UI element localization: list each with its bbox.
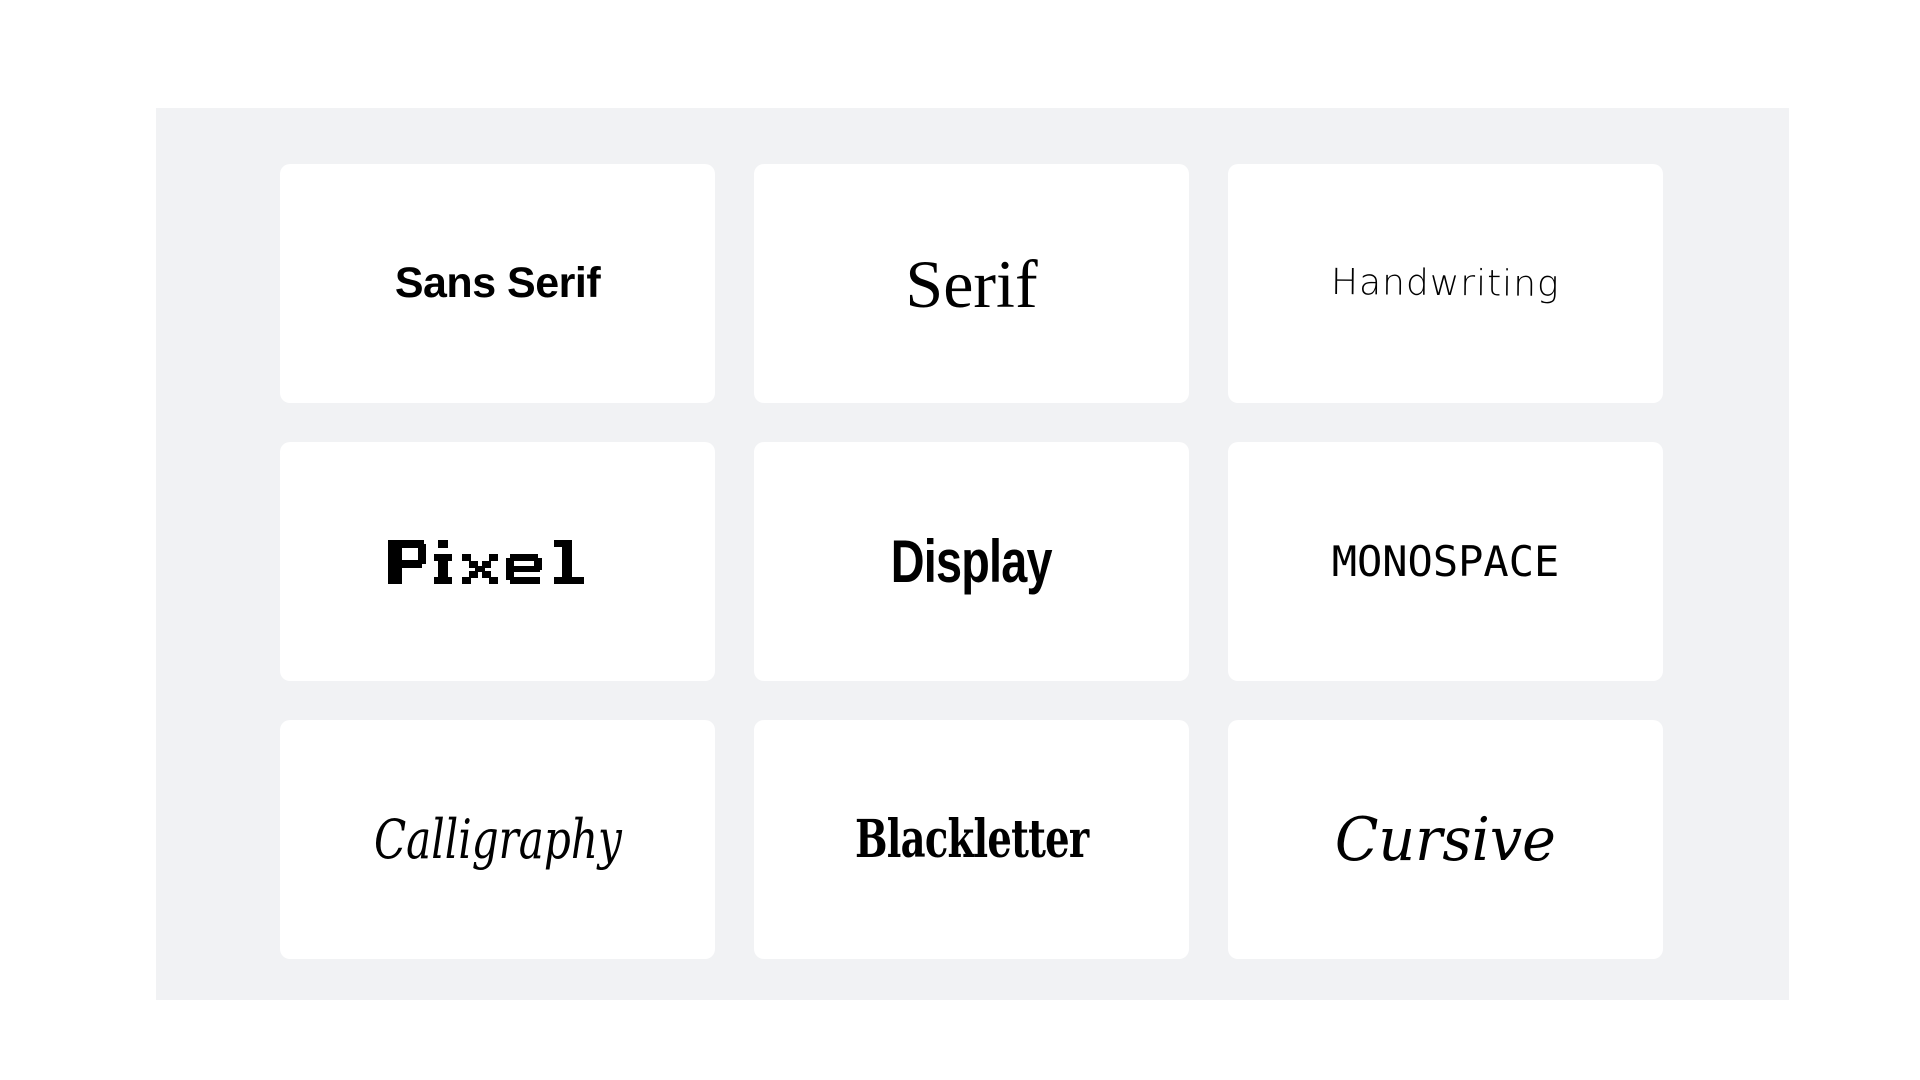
font-label-cursive: Cursive xyxy=(1335,804,1556,875)
font-card-blackletter[interactable]: Blackletter xyxy=(754,720,1189,959)
font-label-sans-serif: Sans Serif xyxy=(394,259,601,307)
font-label-monospace: MONOSPACE xyxy=(1331,536,1560,586)
font-card-monospace[interactable]: MONOSPACE xyxy=(1228,442,1663,681)
font-card-sans-serif[interactable]: Sans Serif xyxy=(280,164,715,403)
font-label-blackletter: Blackletter xyxy=(854,808,1089,870)
font-label-serif: Serif xyxy=(905,245,1038,322)
font-label-calligraphy: Calligraphy xyxy=(373,807,622,871)
font-card-pixel[interactable]: Pixel xyxy=(280,442,715,681)
font-card-calligraphy[interactable]: Calligraphy xyxy=(280,720,715,959)
font-label-handwriting: Handwriting xyxy=(1331,261,1560,305)
font-label-pixel-graphic xyxy=(387,539,584,584)
font-card-serif[interactable]: Serif xyxy=(754,164,1189,403)
font-label-display: Display xyxy=(890,527,1053,595)
font-card-cursive[interactable]: Cursive xyxy=(1228,720,1663,959)
font-card-handwriting[interactable]: Handwriting xyxy=(1228,164,1663,403)
font-card-display[interactable]: Display xyxy=(754,442,1189,681)
font-style-grid: Sans Serif Serif Handwriting Display MON… xyxy=(280,164,1663,959)
